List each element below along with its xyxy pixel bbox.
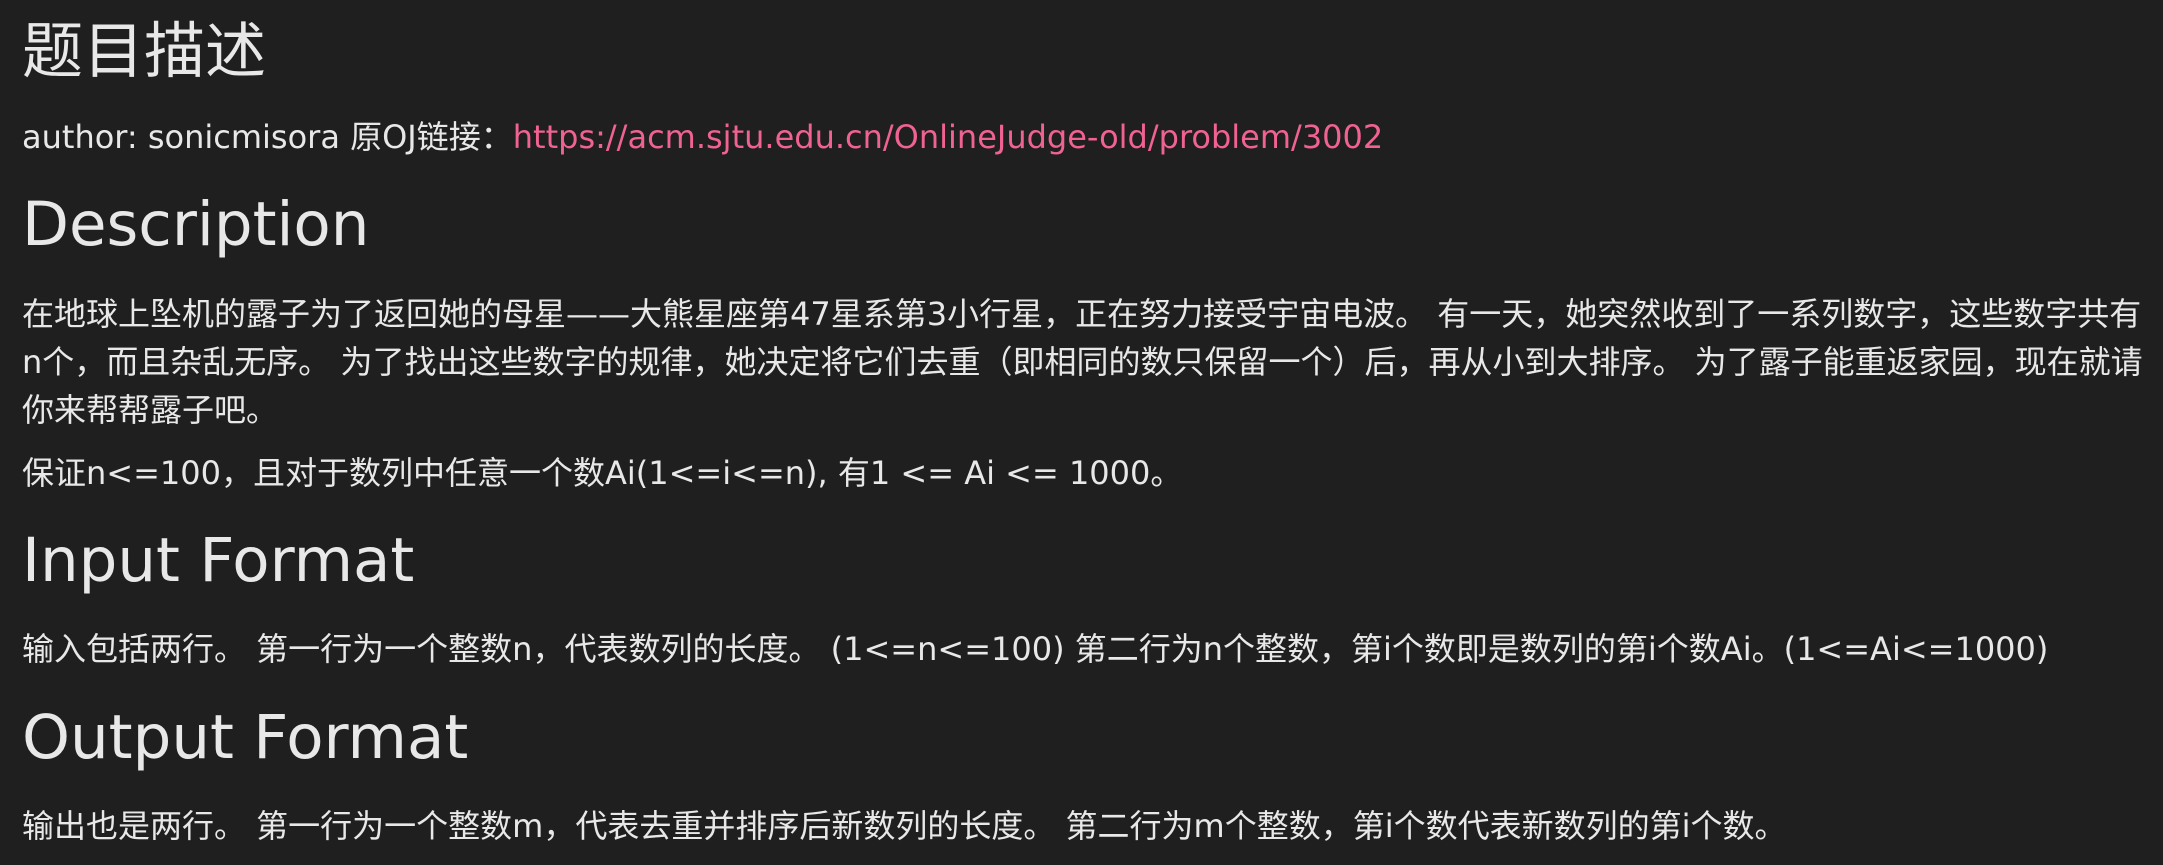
description-paragraph: 在地球上坠机的露子为了返回她的母星——大熊星座第47星系第3小行星，正在努力接受…	[22, 295, 2143, 429]
author-line: author: sonicmisora 原OJ链接：https://acm.sj…	[22, 113, 1383, 161]
author-label: author: sonicmisora 原OJ链接：	[22, 118, 513, 156]
input-format-heading: Input Format	[22, 525, 415, 596]
constraint-paragraph: 保证n<=100，且对于数列中任意一个数Ai(1<=i<=n), 有1 <= A…	[22, 454, 1183, 492]
page-title: 题目描述	[22, 16, 267, 87]
output-format-text: 输出也是两行。 第一行为一个整数m，代表去重并排序后新数列的长度。 第二行为m个…	[22, 807, 1787, 845]
output-format-heading: Output Format	[22, 702, 469, 773]
original-problem-link[interactable]: https://acm.sjtu.edu.cn/OnlineJudge-old/…	[513, 118, 1384, 156]
input-format-text: 输入包括两行。 第一行为一个整数n，代表数列的长度。 (1<=n<=100) 第…	[22, 630, 2049, 668]
description-heading: Description	[22, 189, 370, 260]
